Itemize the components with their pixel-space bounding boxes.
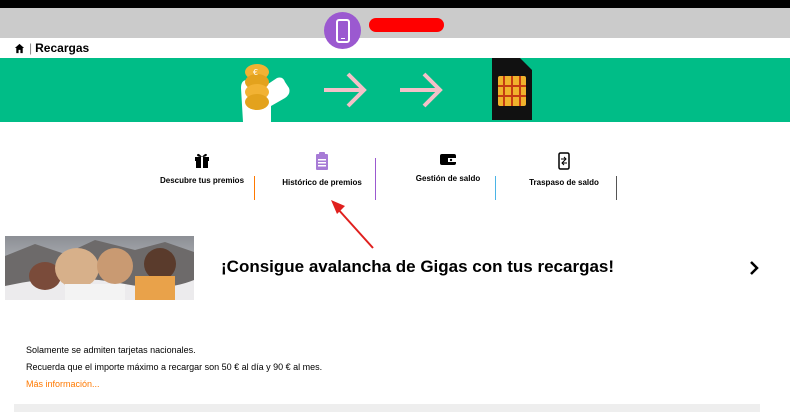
tab-label: Traspaso de saldo — [529, 178, 599, 187]
tab-divider — [495, 176, 496, 200]
clipboard-icon — [316, 152, 328, 170]
info-text-emphasis: tarjetas nacionales. — [118, 345, 196, 355]
header-bar — [0, 8, 790, 49]
redacted-phone-number — [369, 18, 444, 32]
top-black-bar — [0, 0, 790, 8]
tab-divider — [254, 176, 255, 200]
more-info-link[interactable]: Más información... — [26, 379, 100, 389]
wallet-icon — [440, 154, 456, 165]
home-icon[interactable] — [14, 43, 25, 54]
promo-image[interactable] — [5, 236, 194, 300]
info-line-cards: Solamente se admiten tarjetas nacionales… — [26, 342, 322, 359]
tab-label: Gestión de saldo — [415, 174, 481, 183]
breadcrumb: | Recargas — [14, 41, 89, 55]
info-text: Solamente se admiten tarjetas nacionales… — [26, 342, 322, 393]
breadcrumb-current: Recargas — [35, 41, 90, 55]
tab-descubre-premios[interactable]: Descubre tus premios — [150, 152, 254, 200]
sim-card-icon — [492, 58, 532, 120]
chevron-right-icon[interactable] — [748, 261, 760, 275]
rewards-tabs: Descubre tus premios Histórico de premio… — [150, 152, 630, 200]
hand-with-coins-icon: € — [241, 64, 290, 122]
info-text-emphasis: 90 € al mes. — [273, 362, 323, 372]
info-text-segment: Recuerda que el importe máximo a recarga… — [26, 362, 222, 372]
phone-icon[interactable] — [324, 12, 361, 49]
gift-icon — [195, 153, 209, 168]
breadcrumb-separator: | — [29, 41, 33, 55]
tab-traspaso-saldo[interactable]: Traspaso de saldo — [514, 152, 614, 200]
info-text-emphasis: 50 € al día — [221, 362, 264, 372]
annotation-arrow — [331, 200, 374, 249]
tab-historico-premios[interactable]: Histórico de premios — [268, 152, 376, 200]
tab-label: Histórico de premios — [282, 178, 362, 187]
info-text-segment: Solamente se admiten — [26, 345, 119, 355]
info-text-segment: y — [263, 362, 274, 372]
svg-text:€: € — [253, 68, 258, 77]
tab-divider — [375, 158, 376, 200]
arrow-right-icon — [324, 72, 367, 108]
tab-divider — [616, 176, 617, 200]
promo-title[interactable]: ¡Consigue avalancha de Gigas con tus rec… — [221, 257, 614, 277]
arrow-right-icon — [400, 72, 443, 108]
info-line-limits: Recuerda que el importe máximo a recarga… — [26, 359, 322, 376]
phone-transfer-icon — [558, 152, 570, 170]
tab-gestion-saldo[interactable]: Gestión de saldo — [400, 152, 496, 200]
hero-banner: € — [0, 58, 790, 122]
tab-label: Descubre tus premios — [159, 176, 245, 185]
